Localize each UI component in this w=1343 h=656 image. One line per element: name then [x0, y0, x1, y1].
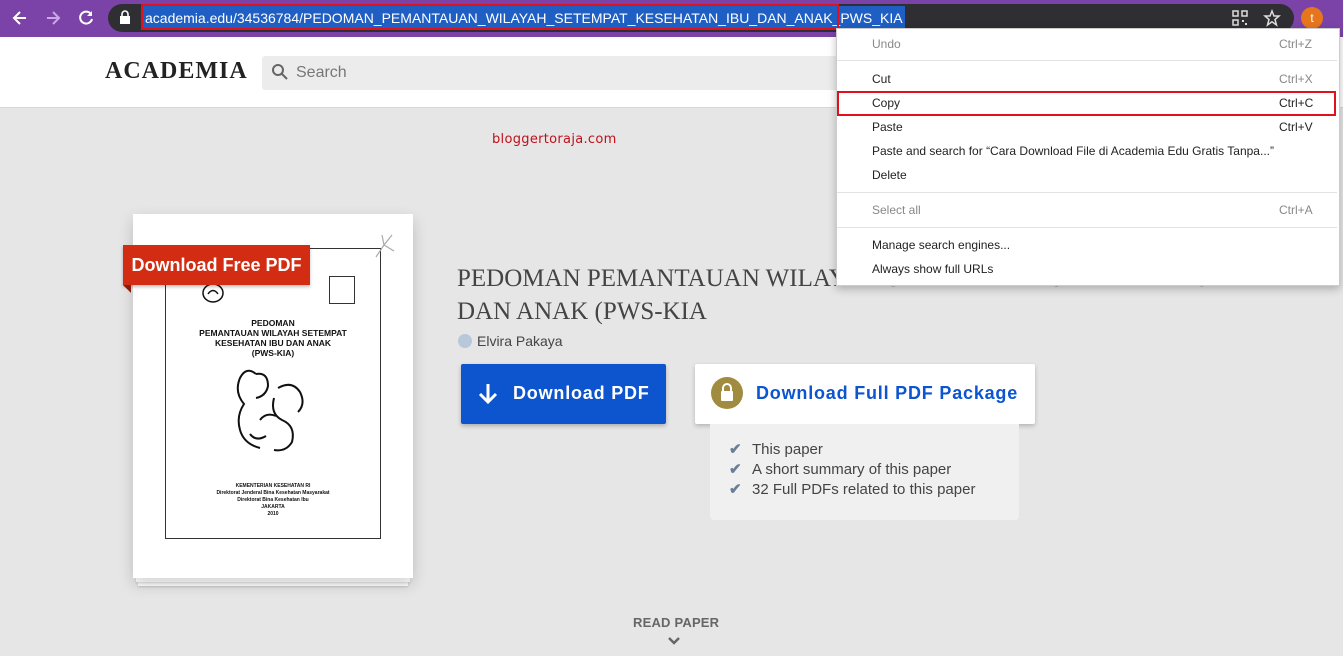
menu-item-select-all[interactable]: Select all — [872, 203, 921, 217]
menu-divider — [837, 60, 1337, 61]
read-paper-link[interactable]: READ PAPER — [633, 615, 719, 630]
ministry-emblem-icon — [200, 282, 226, 304]
menu-item-cut[interactable]: Cut — [872, 72, 891, 86]
download-full-package-label[interactable]: Download Full PDF Package — [756, 383, 1018, 404]
search-input[interactable] — [262, 56, 862, 90]
menu-item-paste-and-search[interactable]: Paste and search for “Cara Download File… — [872, 144, 1274, 158]
cover-footer-line: 2010 — [267, 511, 279, 517]
benefit-item: A short summary of this paper — [752, 461, 952, 478]
copy-highlight-box — [837, 91, 1336, 116]
lock-icon[interactable] — [119, 10, 131, 24]
cover-title: PEDOMAN PEMANTAUAN WILAYAH SETEMPAT KESE… — [165, 318, 381, 358]
author-avatar[interactable] — [458, 334, 472, 348]
author-name[interactable]: Elvira Pakaya — [477, 333, 563, 349]
cover-footer-line: Direktorat Bina Kesehatan Ibu — [237, 497, 309, 503]
bookmark-star-icon[interactable] — [1263, 8, 1281, 27]
check-icon: ✔ — [729, 481, 742, 498]
reload-icon[interactable] — [76, 8, 96, 28]
menu-divider — [837, 192, 1337, 193]
download-free-pdf-badge[interactable]: Download Free PDF — [123, 245, 310, 285]
cover-footer-line: Direktorat Jenderal Bina Kesehatan Masya… — [216, 490, 330, 496]
benefit-item: 32 Full PDFs related to this paper — [752, 481, 976, 498]
cover-footer-line: JAKARTA — [261, 504, 285, 510]
mother-child-illustration — [226, 364, 310, 456]
benefit-item: This paper — [752, 441, 823, 458]
download-pdf-label[interactable]: Download PDF — [513, 383, 650, 404]
check-icon: ✔ — [729, 461, 742, 478]
shortcut-paste: Ctrl+V — [1279, 120, 1313, 134]
paper-title-line: DAN ANAK (PWS-KIA — [457, 298, 707, 325]
menu-divider — [837, 227, 1337, 228]
search-placeholder: Search — [296, 64, 347, 81]
menu-item-delete[interactable]: Delete — [872, 168, 907, 182]
shortcut-undo: Ctrl+Z — [1279, 37, 1312, 51]
url-highlight-box — [141, 4, 839, 30]
chevron-down-icon[interactable] — [666, 634, 682, 646]
stacked-sheet — [138, 582, 408, 586]
cover-footer-line: KEMENTERIAN KESEHATAN RI — [235, 483, 311, 489]
cover-title-line: PEMANTAUAN WILAYAH SETEMPAT — [199, 328, 347, 338]
menu-item-always-show-full-urls[interactable]: Always show full URLs — [872, 262, 993, 276]
profile-avatar[interactable]: t — [1301, 7, 1323, 29]
back-arrow-icon[interactable] — [10, 8, 30, 28]
academia-logo[interactable]: ACADEMIA — [105, 58, 248, 85]
shortcut-cut: Ctrl+X — [1279, 72, 1313, 86]
watermark-text: bloggertoraja.com — [492, 132, 617, 147]
cover-title-line: (PWS-KIA) — [251, 348, 295, 358]
menu-item-undo[interactable]: Undo — [872, 37, 901, 51]
cover-stamp-box — [329, 276, 355, 304]
stacked-sheet — [136, 578, 410, 582]
arrow-down-icon — [477, 382, 499, 406]
search-icon — [271, 63, 289, 81]
cover-footer: KEMENTERIAN KESEHATAN RI Direktorat Jend… — [165, 483, 381, 518]
badge-ribbon-tail — [123, 285, 131, 293]
cover-title-line: KESEHATAN IBU DAN ANAK — [214, 338, 331, 348]
menu-item-paste[interactable]: Paste — [872, 120, 903, 134]
forward-arrow-icon[interactable] — [43, 8, 63, 28]
lock-icon — [711, 377, 743, 409]
check-icon: ✔ — [729, 441, 742, 458]
cover-title-line: PEDOMAN — [251, 318, 295, 328]
menu-item-manage-search-engines[interactable]: Manage search engines... — [872, 238, 1010, 252]
qr-code-icon[interactable] — [1232, 10, 1248, 26]
shortcut-select-all: Ctrl+A — [1279, 203, 1313, 217]
pin-icon — [372, 233, 396, 259]
